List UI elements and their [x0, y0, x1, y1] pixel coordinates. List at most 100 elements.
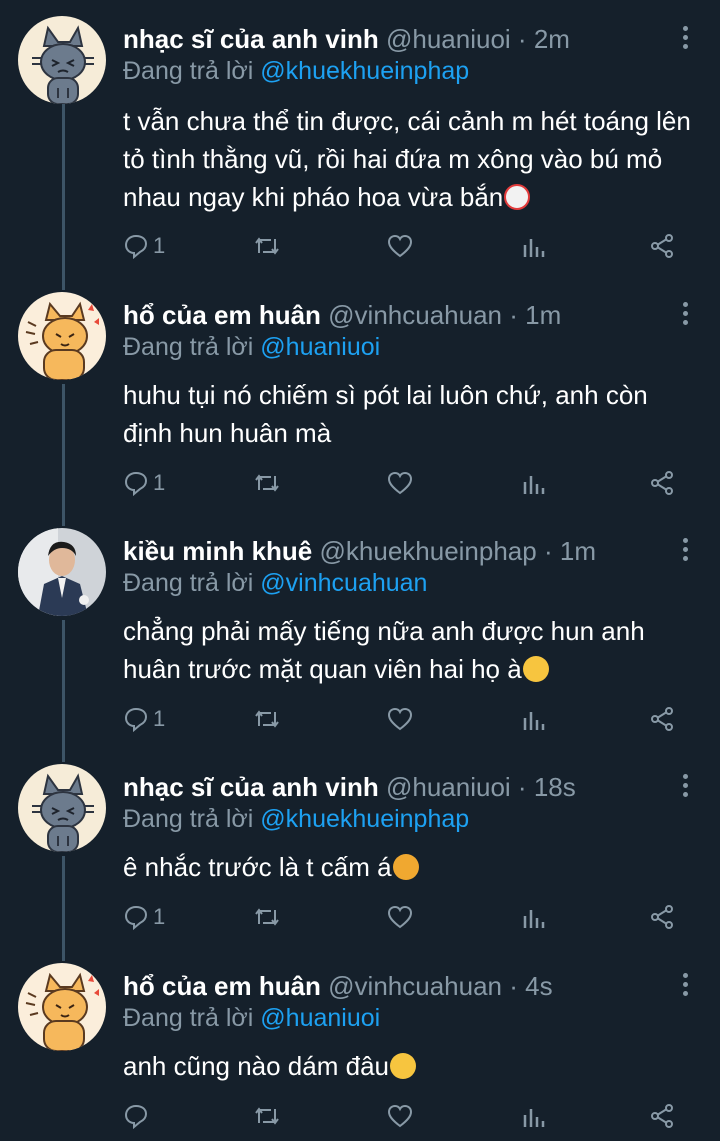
more-options-icon[interactable] [680, 538, 690, 564]
replying-to: Đang trả lời @huaniuoi [123, 1003, 380, 1033]
tweet-header: hổ của em huân @vinhcuahuan · 4s [123, 971, 663, 1001]
tweet-text: huhu tụi nó chiếm sì pót lai luôn chứ, a… [123, 376, 703, 452]
more-options-icon[interactable] [680, 302, 690, 328]
tweet-actions: 1 [123, 231, 693, 261]
tweet-header: hổ của em huân @vinhcuahuan · 1m [123, 300, 663, 330]
user-handle[interactable]: @vinhcuahuan [328, 971, 502, 1001]
mention-link[interactable]: @huaniuoi [260, 1004, 380, 1032]
replying-to: Đang trả lời @khuekhueinphap [123, 804, 469, 834]
analytics-icon [523, 712, 545, 730]
heart-icon [387, 471, 413, 495]
display-name[interactable]: nhạc sĩ của anh vinh [123, 24, 379, 54]
tweet-text-line: ê nhắc trước là t cấm á [123, 852, 392, 882]
mention-link[interactable]: @khuekhueinphap [260, 805, 469, 833]
retweet-icon [255, 710, 279, 728]
mention-link[interactable]: @huaniuoi [260, 333, 380, 361]
share-icon [651, 707, 673, 731]
retweet-button[interactable] [253, 468, 281, 498]
share-button[interactable] [649, 902, 675, 932]
pensive-face-icon [390, 1053, 416, 1079]
analytics-button[interactable] [521, 902, 545, 932]
share-button[interactable] [649, 468, 675, 498]
mention-link[interactable]: @khuekhueinphap [260, 57, 469, 85]
reply-button[interactable] [123, 1101, 153, 1131]
analytics-button[interactable] [521, 704, 545, 734]
like-button[interactable] [386, 468, 414, 498]
avatar[interactable] [18, 963, 106, 1051]
heart-icon [387, 1104, 413, 1128]
tweet-text-line: huân trước mặt quan viên hai họ à [123, 654, 522, 684]
person-photo-avatar-icon [18, 528, 106, 616]
display-name[interactable]: hổ của em huân [123, 300, 321, 330]
tweet-text-line: t vẫn chưa thể tin được, cái cảnh m hét … [123, 106, 691, 136]
like-button[interactable] [386, 704, 414, 734]
share-button[interactable] [649, 1101, 675, 1131]
retweet-button[interactable] [253, 704, 281, 734]
mention-link[interactable]: @vinhcuahuan [260, 569, 427, 597]
user-handle[interactable]: @khuekhueinphap [320, 536, 537, 566]
tweet-actions: 1 [123, 902, 693, 932]
timestamp[interactable]: 1m [560, 536, 596, 566]
reply-icon [124, 707, 148, 732]
timestamp[interactable]: 1m [525, 300, 561, 330]
reply-count: 1 [153, 470, 166, 495]
thread-line [62, 104, 65, 290]
separator-dot: · [509, 300, 518, 330]
thread-line [62, 620, 65, 762]
analytics-button[interactable] [521, 468, 545, 498]
like-button[interactable] [386, 902, 414, 932]
reply-count: 1 [153, 904, 166, 929]
user-handle[interactable]: @vinhcuahuan [328, 300, 502, 330]
analytics-icon [523, 910, 545, 928]
retweet-button[interactable] [253, 1101, 281, 1131]
tweet-text: anh cũng nào dám đâu [123, 1047, 703, 1085]
analytics-icon [523, 476, 545, 494]
reply-button[interactable]: 1 [123, 704, 165, 734]
timestamp[interactable]: 2m [534, 24, 570, 54]
share-button[interactable] [649, 231, 675, 261]
gray-cat-avatar-icon [18, 764, 106, 852]
analytics-icon [523, 1109, 545, 1127]
avatar[interactable] [18, 292, 106, 380]
tweet-text-line: anh cũng nào dám đâu [123, 1051, 389, 1081]
reply-icon [124, 471, 148, 496]
reply-button[interactable]: 1 [123, 902, 165, 932]
reply-count: 1 [153, 706, 166, 731]
share-button[interactable] [649, 704, 675, 734]
tweet-text: ê nhắc trước là t cấm á [123, 848, 703, 886]
display-name[interactable]: hổ của em huân [123, 971, 321, 1001]
reply-button[interactable]: 1 [123, 468, 165, 498]
separator-dot: · [509, 971, 518, 1001]
avatar[interactable] [18, 16, 106, 104]
user-handle[interactable]: @huaniuoi [386, 24, 511, 54]
retweet-button[interactable] [253, 902, 281, 932]
tweet-header: kiều minh khuê @khuekhueinphap · 1m [123, 536, 663, 566]
avatar[interactable] [18, 528, 106, 616]
more-options-icon[interactable] [680, 26, 690, 52]
replying-to: Đang trả lời @khuekhueinphap [123, 56, 469, 86]
share-icon [651, 905, 673, 929]
thread-line [62, 856, 65, 961]
display-name[interactable]: kiều minh khuê [123, 536, 312, 566]
thread-line [62, 384, 65, 526]
display-name[interactable]: nhạc sĩ của anh vinh [123, 772, 379, 802]
reply-button[interactable]: 1 [123, 231, 165, 261]
analytics-button[interactable] [521, 1101, 545, 1131]
separator-dot: · [517, 24, 527, 54]
share-icon [651, 1104, 673, 1128]
reply-icon [124, 905, 148, 930]
replying-to: Đang trả lời @vinhcuahuan [123, 568, 427, 598]
like-button[interactable] [386, 1101, 414, 1131]
user-handle[interactable]: @huaniuoi [386, 772, 511, 802]
more-options-icon[interactable] [680, 973, 690, 999]
orange-cat-avatar-icon [18, 292, 106, 380]
retweet-icon [255, 908, 279, 926]
more-options-icon[interactable] [680, 774, 690, 800]
retweet-button[interactable] [253, 231, 281, 261]
like-button[interactable] [386, 231, 414, 261]
timestamp[interactable]: 18s [534, 772, 576, 802]
tweet-text: chẳng phải mấy tiếng nữa anh được hun an… [123, 612, 703, 688]
timestamp[interactable]: 4s [525, 971, 552, 1001]
analytics-button[interactable] [521, 231, 545, 261]
avatar[interactable] [18, 764, 106, 852]
